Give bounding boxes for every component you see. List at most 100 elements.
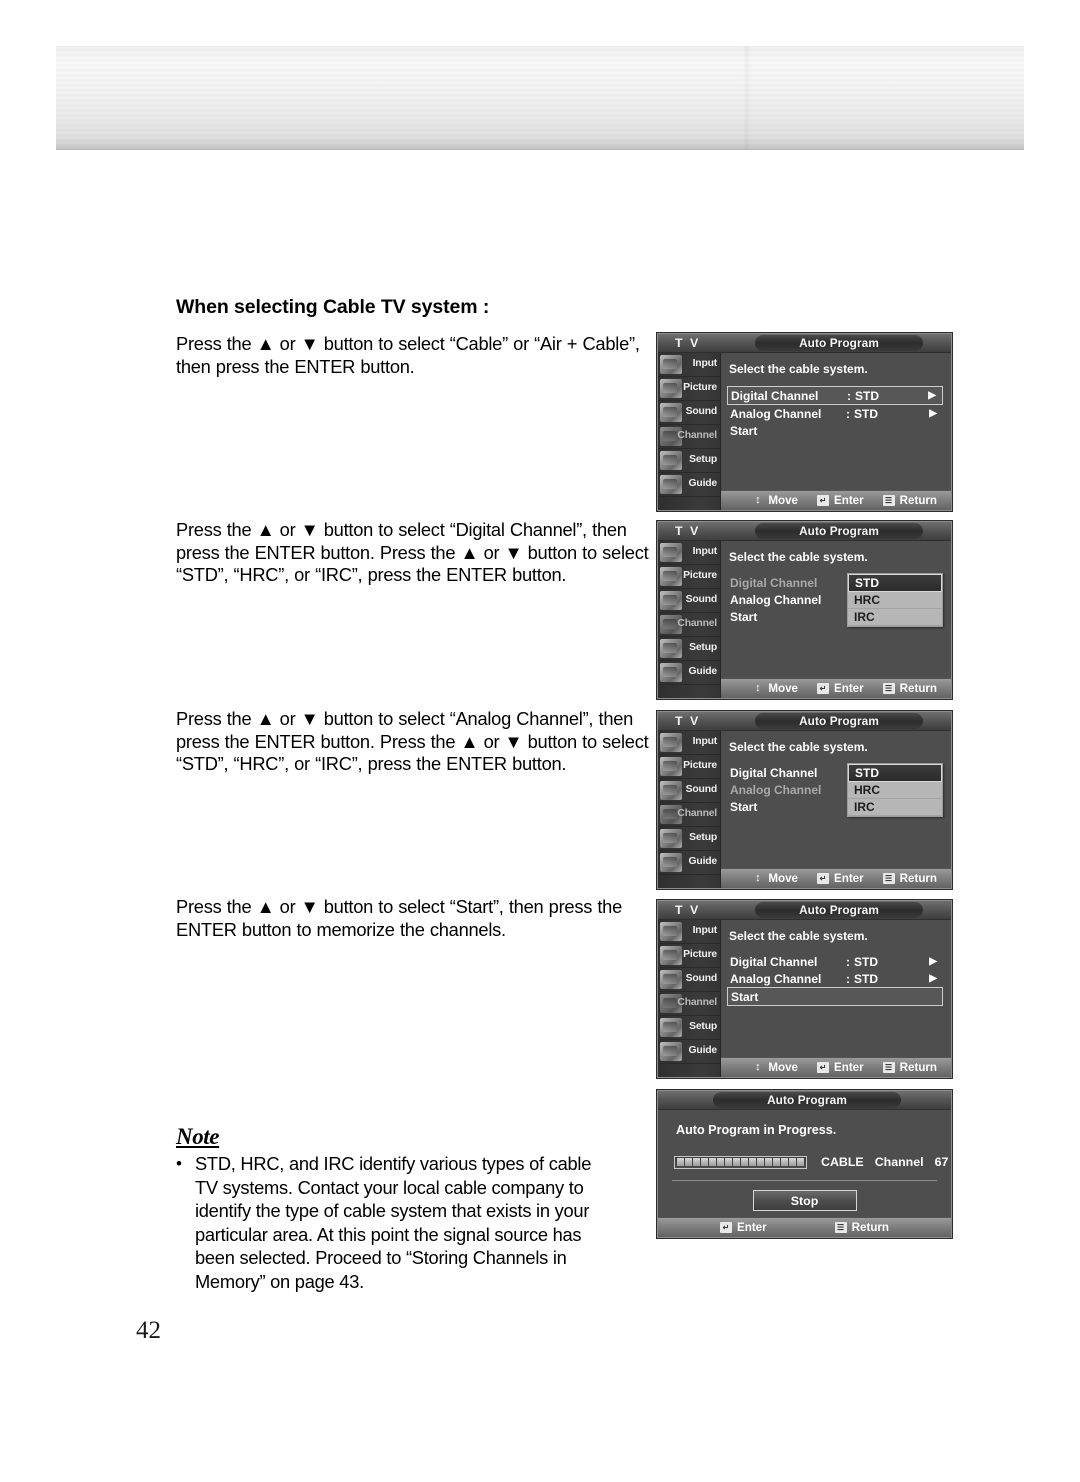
sound-icon (660, 591, 682, 610)
osd-panel-3: T V Auto Program Input Picture Sound Cha… (657, 711, 952, 889)
banner-seam (56, 46, 1024, 150)
sidebar-item-label: Input (692, 546, 718, 557)
picture-icon (660, 379, 682, 398)
sidebar-item-channel[interactable]: Channel (658, 803, 720, 827)
footer-move-label: Move (768, 682, 798, 695)
footer-move-label: Move (768, 1061, 798, 1074)
menu-row-start[interactable]: Start (727, 987, 943, 1006)
sidebar-item-picture[interactable]: Picture (658, 944, 720, 968)
menu-row-start[interactable]: Start (727, 422, 943, 439)
dropdown-option-irc[interactable]: IRC (848, 799, 942, 816)
sidebar-item-setup[interactable]: Setup (658, 827, 720, 851)
page-number: 42 (136, 1317, 161, 1344)
dropdown-option-irc[interactable]: IRC (848, 609, 942, 626)
footer-enter: ↵ Enter (817, 682, 864, 695)
dropdown-option-std[interactable]: STD (848, 574, 942, 592)
sidebar-item-label: Picture (683, 382, 717, 393)
osd-hint-text: Select the cable system. (729, 740, 868, 754)
sidebar-item-picture[interactable]: Picture (658, 755, 720, 779)
sidebar-item-setup[interactable]: Setup (658, 637, 720, 661)
note-text: STD, HRC, and IRC identify various types… (194, 1153, 592, 1292)
footer-enter-label: Enter (834, 872, 864, 885)
dropdown-option-hrc[interactable]: HRC (848, 782, 942, 799)
stop-button[interactable]: Stop (752, 1190, 857, 1211)
sidebar-item-setup[interactable]: Setup (658, 1016, 720, 1040)
menu-row-colon: : (846, 406, 850, 421)
footer-return: ☰ Return (882, 494, 937, 507)
sidebar-item-label: Sound (685, 594, 718, 605)
menu-row-digital-channel[interactable]: Digital Channel : STD ▶ (727, 386, 943, 405)
sidebar-item-label: Sound (685, 406, 718, 417)
footer-return: ☰ Return (882, 682, 937, 695)
osd-panel-1: T V Auto Program Input Picture Sound Cha… (657, 333, 952, 511)
sidebar-item-setup[interactable]: Setup (658, 449, 720, 473)
footer-return-label: Return (899, 872, 937, 885)
sidebar-item-label: Setup (689, 1021, 717, 1032)
return-icon: ☰ (834, 1222, 847, 1233)
sidebar-item-picture[interactable]: Picture (658, 377, 720, 401)
osd-title-pill: Auto Program (755, 335, 923, 351)
sidebar-item-sound[interactable]: Sound (658, 589, 720, 613)
input-icon (660, 543, 682, 562)
return-icon: ☰ (882, 1062, 895, 1073)
sidebar-item-label: Setup (689, 454, 717, 465)
enter-icon: ↵ (817, 873, 829, 884)
note-heading: Note (176, 1124, 220, 1149)
sidebar-item-channel[interactable]: Channel (658, 992, 720, 1016)
chevron-right-icon: ▶ (928, 390, 936, 401)
input-icon (660, 922, 682, 941)
osd-footer: ↕ Move ↵ Enter ☰ Return (721, 490, 951, 510)
menu-row-digital-channel[interactable]: Digital Channel : STD ▶ (727, 953, 943, 970)
sidebar-item-guide[interactable]: Guide (658, 661, 720, 685)
sidebar-item-guide[interactable]: Guide (658, 1040, 720, 1064)
sidebar-item-input[interactable]: Input (658, 541, 720, 565)
osd-title-pill: Auto Program (713, 1092, 901, 1108)
chevron-right-icon: ▶ (929, 956, 937, 967)
move-icon: ↕ (755, 1061, 761, 1073)
move-icon: ↕ (755, 494, 761, 506)
sidebar-item-sound[interactable]: Sound (658, 401, 720, 425)
osd-panel-4: T V Auto Program Input Picture Sound Cha… (657, 900, 952, 1078)
sidebar-item-label: Channel (677, 618, 717, 629)
sidebar-item-guide[interactable]: Guide (658, 851, 720, 875)
footer-move: ↕ Move (752, 872, 798, 885)
menu-row-colon: : (846, 954, 850, 969)
menu-row-value: STD (855, 388, 879, 403)
sound-icon (660, 970, 682, 989)
sidebar-item-channel[interactable]: Channel (658, 613, 720, 637)
tv-label: T V (675, 336, 701, 350)
sidebar-item-label: Sound (685, 973, 718, 984)
page-title: When selecting Cable TV system : (176, 296, 490, 318)
sidebar-item-label: Channel (677, 430, 717, 441)
menu-row-analog-channel[interactable]: Analog Channel : STD ▶ (727, 970, 943, 987)
dropdown-option-hrc[interactable]: HRC (848, 592, 942, 609)
sidebar-item-input[interactable]: Input (658, 353, 720, 377)
sidebar-item-label: Guide (688, 1045, 718, 1056)
sidebar-item-input[interactable]: Input (658, 731, 720, 755)
sidebar-item-channel[interactable]: Channel (658, 425, 720, 449)
sound-icon (660, 781, 682, 800)
menu-row-analog-channel[interactable]: Analog Channel : STD ▶ (727, 405, 943, 422)
sidebar-item-picture[interactable]: Picture (658, 565, 720, 589)
dropdown-option-std[interactable]: STD (848, 764, 942, 782)
sidebar-item-guide[interactable]: Guide (658, 473, 720, 497)
sidebar-item-label: Setup (689, 832, 717, 843)
sidebar-item-label: Input (692, 925, 718, 936)
cable-system-dropdown[interactable]: STD HRC IRC (847, 763, 943, 817)
sidebar-item-label: Sound (685, 784, 718, 795)
footer-enter-label: Enter (737, 1221, 767, 1234)
osd-sidebar: Input Picture Sound Channel Setup Guide (658, 541, 721, 698)
instruction-step-1: Press the ▲ or ▼ button to select “Cable… (176, 333, 640, 377)
sidebar-item-input[interactable]: Input (658, 920, 720, 944)
sidebar-item-sound[interactable]: Sound (658, 968, 720, 992)
manual-page: When selecting Cable TV system : Press t… (0, 0, 1080, 1482)
menu-row-colon: : (846, 971, 850, 986)
footer-move: ↕ Move (752, 682, 798, 695)
menu-row-colon: : (847, 388, 851, 403)
osd-hint-text: Select the cable system. (729, 550, 868, 564)
cable-system-dropdown[interactable]: STD HRC IRC (847, 573, 943, 627)
menu-row-label: Digital Channel (730, 575, 818, 590)
menu-row-value: STD (854, 406, 878, 421)
setup-icon (660, 829, 682, 848)
sidebar-item-sound[interactable]: Sound (658, 779, 720, 803)
